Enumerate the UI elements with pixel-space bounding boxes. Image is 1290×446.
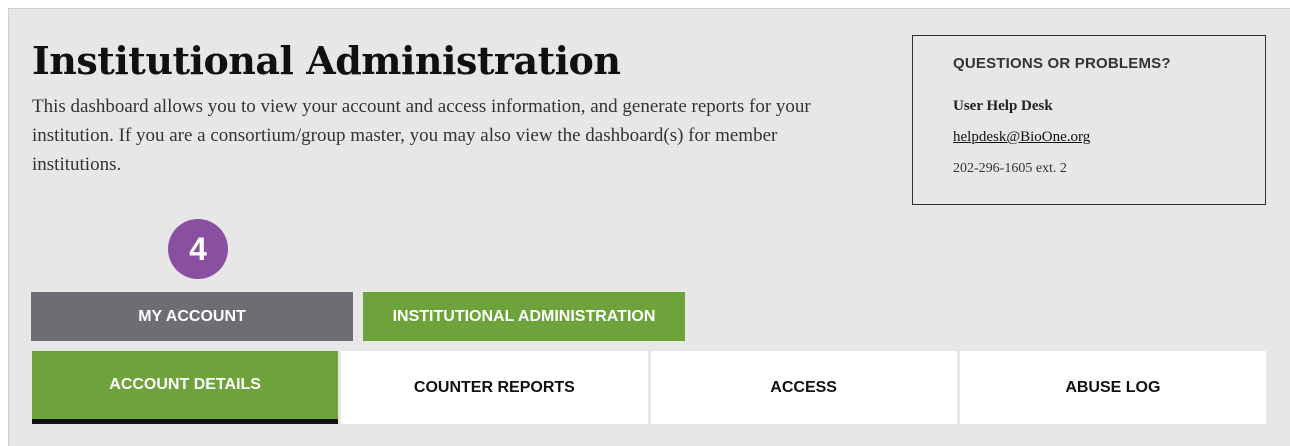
help-box: QUESTIONS OR PROBLEMS? User Help Desk he…	[912, 35, 1266, 205]
tab-institutional-administration[interactable]: INSTITUTIONAL ADMINISTRATION	[363, 292, 685, 341]
step-number-badge: 4	[168, 219, 228, 279]
help-phone: 202-296-1605 ext. 2	[953, 161, 1067, 176]
tab-abuse-log[interactable]: ABUSE LOG	[956, 351, 1266, 424]
help-email-link[interactable]: helpdesk@BioOne.org	[953, 129, 1090, 146]
tab-account-details[interactable]: ACCOUNT DETAILS	[32, 351, 339, 424]
tab-counter-reports[interactable]: COUNTER REPORTS	[338, 351, 648, 424]
tab-my-account[interactable]: MY ACCOUNT	[31, 292, 353, 341]
help-heading: QUESTIONS OR PROBLEMS?	[953, 55, 1171, 72]
help-desk-label: User Help Desk	[953, 98, 1053, 114]
sub-tab-bar: ACCOUNT DETAILS COUNTER REPORTS ACCESS A…	[32, 351, 1266, 424]
tab-access[interactable]: ACCESS	[647, 351, 957, 424]
page-title: Institutional Administration	[32, 38, 621, 83]
page-description: This dashboard allows you to view your a…	[32, 96, 811, 175]
